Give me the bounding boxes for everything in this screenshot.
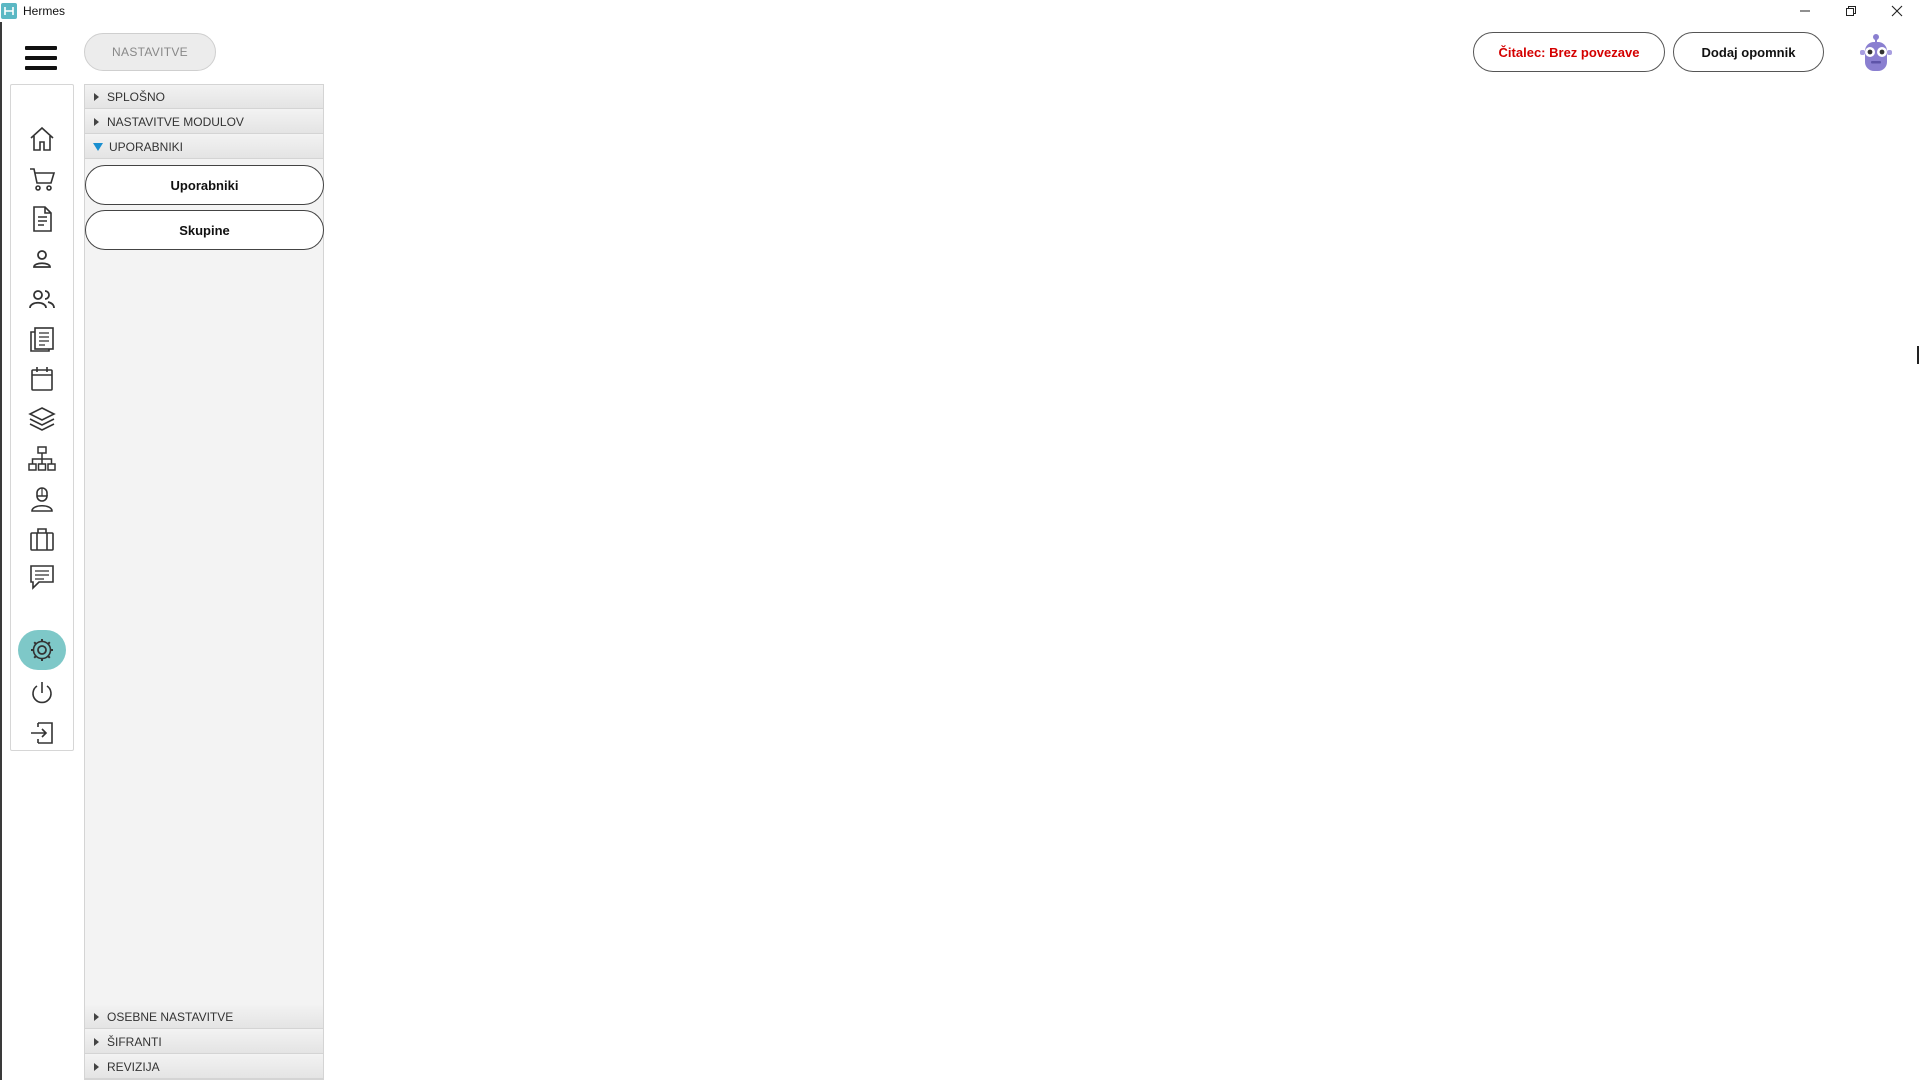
chevron-right-icon — [94, 1037, 99, 1046]
page-title-tab[interactable]: NASTAVITVE — [84, 33, 216, 71]
logout-icon[interactable] — [26, 717, 58, 749]
section-revizija[interactable]: REVIZIJA — [85, 1055, 323, 1079]
section-osebne-nastavitve[interactable]: OSEBNE NASTAVITVE — [85, 1005, 323, 1029]
home-icon[interactable] — [26, 123, 58, 155]
newspaper-icon[interactable] — [26, 323, 58, 355]
section-label: ŠIFRANTI — [107, 1034, 162, 1049]
section-sifranti[interactable]: ŠIFRANTI — [85, 1030, 323, 1054]
add-reminder-button[interactable]: Dodaj opomnik — [1673, 32, 1824, 72]
window-border — [0, 22, 2, 1080]
chevron-right-icon — [94, 1062, 99, 1071]
reader-status-button[interactable]: Čitalec: Brez povezave — [1473, 32, 1665, 72]
title-bar: Hermes — [0, 0, 1920, 22]
section-splosno[interactable]: SPLOŠNO — [85, 85, 323, 109]
section-label: UPORABNIKI — [109, 139, 184, 154]
settings-panel: SPLOŠNO NASTAVITVE MODULOV UPORABNIKI Up… — [84, 84, 324, 1080]
calendar-icon[interactable] — [26, 363, 58, 395]
avatar-icon[interactable] — [1858, 32, 1894, 74]
chevron-right-icon — [94, 1012, 99, 1021]
power-icon[interactable] — [26, 677, 58, 709]
cart-icon[interactable] — [26, 163, 58, 195]
section-label: NASTAVITVE MODULOV — [107, 114, 244, 129]
window-controls — [1782, 0, 1920, 22]
text-cursor — [1917, 346, 1919, 364]
hamburger-menu-icon[interactable] — [25, 46, 57, 70]
document-icon[interactable] — [26, 203, 58, 235]
section-label: REVIZIJA — [107, 1059, 160, 1074]
user-badge-icon[interactable] — [26, 483, 58, 515]
layers-icon[interactable] — [26, 403, 58, 435]
person-icon[interactable] — [26, 243, 58, 275]
restore-icon[interactable] — [1828, 0, 1874, 22]
section-nastavitve-modulov[interactable]: NASTAVITVE MODULOV — [85, 110, 323, 134]
briefcase-icon[interactable] — [26, 523, 58, 555]
chevron-right-icon — [94, 117, 99, 126]
section-label: SPLOŠNO — [107, 89, 166, 104]
navigation-rail — [10, 84, 74, 751]
people-icon[interactable] — [26, 283, 58, 315]
minimize-icon[interactable] — [1782, 0, 1828, 22]
chevron-right-icon — [94, 92, 99, 101]
network-icon[interactable] — [26, 443, 58, 475]
chat-icon[interactable] — [26, 561, 58, 593]
section-label: OSEBNE NASTAVITVE — [107, 1009, 234, 1024]
settings-icon[interactable] — [18, 630, 66, 670]
groups-button[interactable]: Skupine — [85, 210, 324, 250]
close-icon[interactable] — [1874, 0, 1920, 22]
chevron-down-icon — [93, 142, 103, 151]
app-logo-icon — [1, 3, 17, 19]
window-title: Hermes — [23, 4, 66, 18]
users-button[interactable]: Uporabniki — [85, 165, 324, 205]
section-uporabniki[interactable]: UPORABNIKI — [85, 135, 323, 159]
